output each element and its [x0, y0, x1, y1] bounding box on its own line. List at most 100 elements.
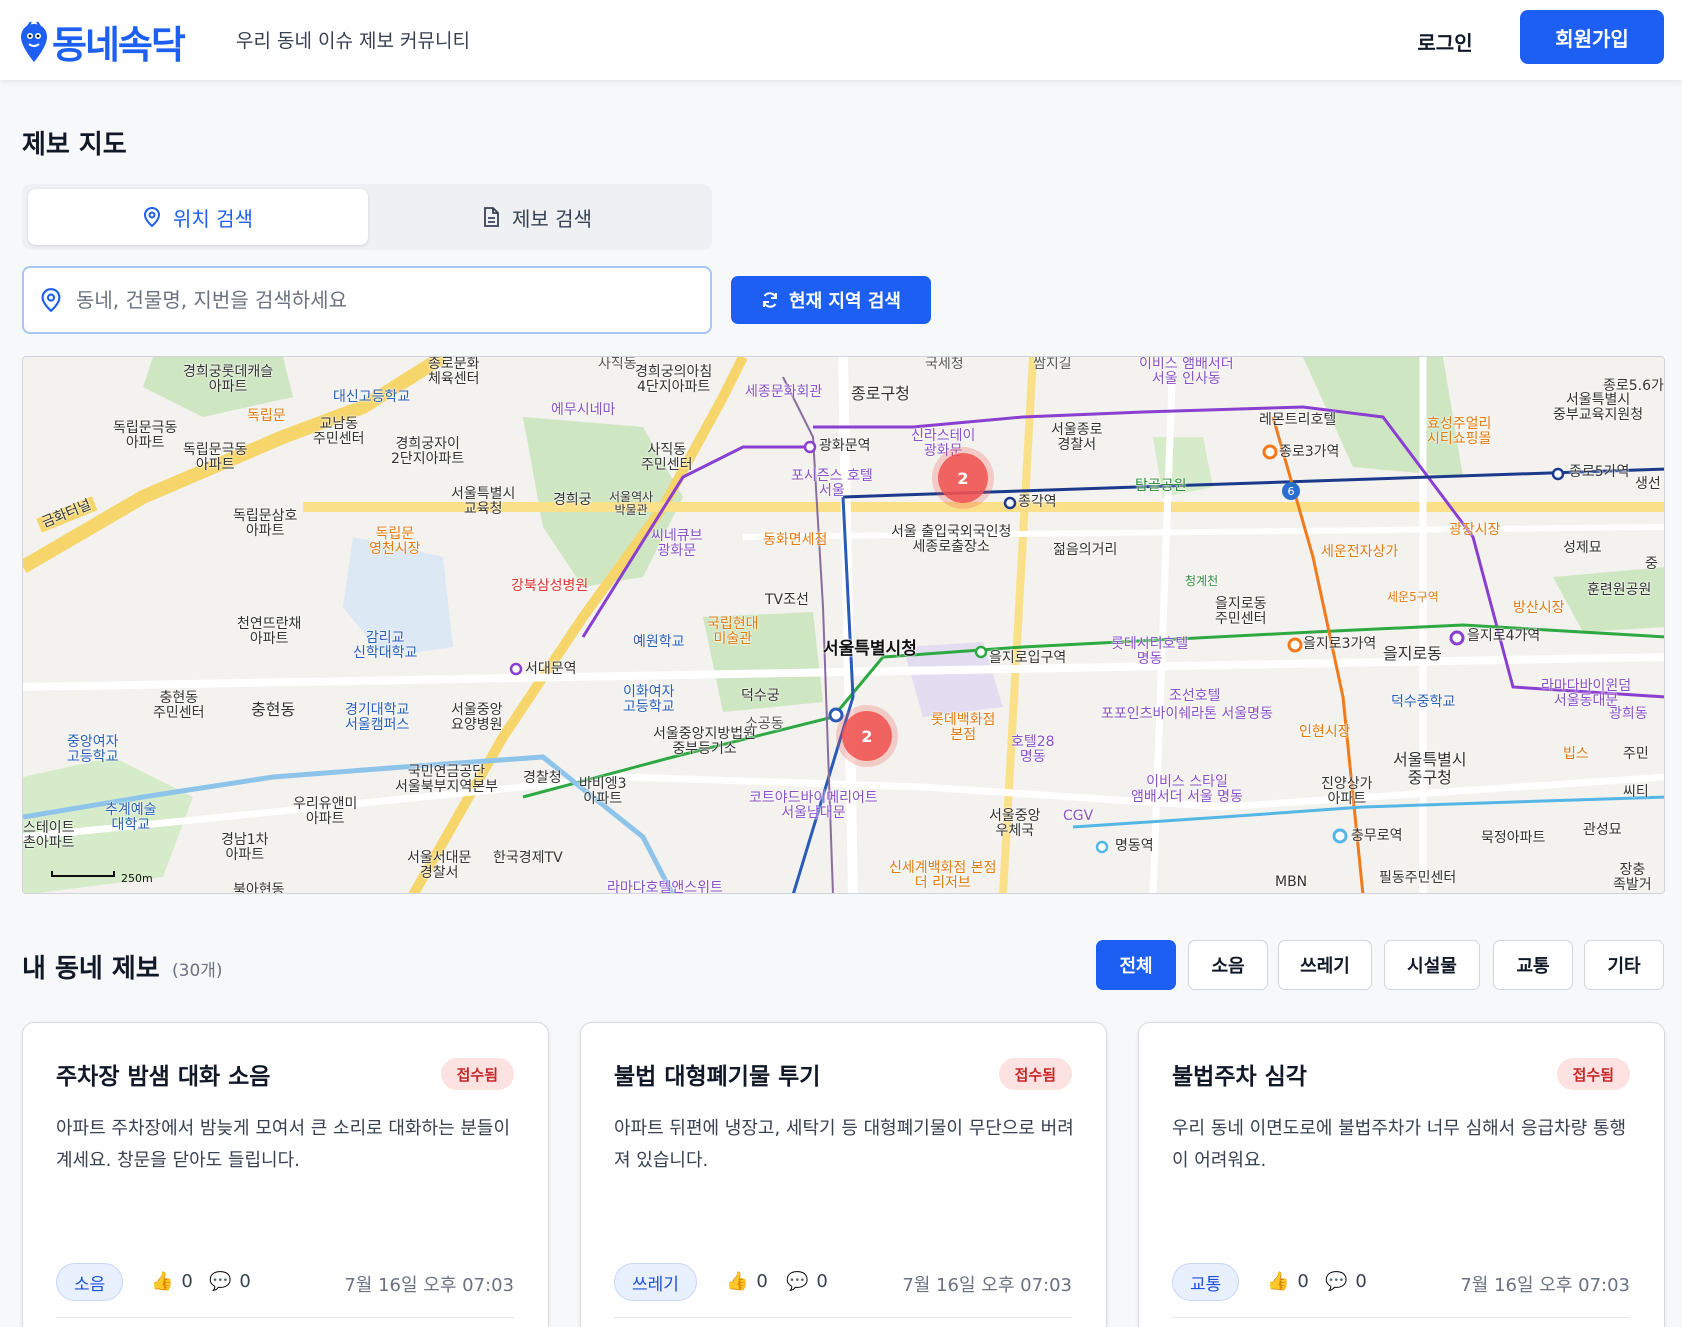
tab-label: 위치 검색 — [173, 206, 253, 231]
map-label: 교남동 주민센터 — [313, 416, 365, 448]
report-title: 주차장 밤샘 대화 소음 — [56, 1064, 271, 1090]
comment-count-value: 0 — [816, 1271, 828, 1292]
map-label: 국민연금공단 서울북부지역본부 — [395, 764, 499, 796]
map-label: MBN — [1275, 874, 1308, 890]
report-cluster-marker[interactable]: 2 — [938, 453, 988, 503]
report-title: 불법주차 심각 — [1172, 1064, 1307, 1090]
filter-facility[interactable]: 시설물 — [1384, 940, 1480, 990]
map-label: 경희궁자이 2단지아파트 — [391, 436, 465, 468]
current-area-search-button[interactable]: 현재 지역 검색 — [731, 276, 931, 324]
filter-noise[interactable]: 소음 — [1188, 940, 1268, 990]
map-label: 서울 출입국외국인청 세종로출장소 — [891, 524, 1012, 556]
location-pin-icon — [144, 207, 161, 227]
report-card[interactable]: 불법 대형폐기물 투기 접수됨 아파트 뒤편에 냉장고, 세탁기 등 대형폐기물… — [580, 1022, 1107, 1327]
document-icon — [484, 207, 499, 227]
map-label: 스테이트 촌아파트 — [23, 820, 75, 852]
map-label: 주민 — [1623, 746, 1649, 762]
map-label: TV조선 — [765, 592, 809, 608]
map-label: 조선호텔 — [1169, 688, 1221, 704]
map-label: 성제묘 — [1563, 540, 1602, 556]
thumbs-up-icon: 👍 — [151, 1271, 174, 1292]
map-label: 서대문역 — [525, 661, 577, 677]
map-label: 천연뜨란채 아파트 — [237, 616, 302, 648]
comment-count[interactable]: 💬 0 — [209, 1271, 251, 1292]
map-label: 국립현대 미술관 — [707, 616, 759, 648]
login-button[interactable]: 로그인 — [1395, 20, 1495, 62]
signup-button[interactable]: 회원가입 — [1520, 10, 1664, 64]
refresh-icon — [763, 292, 778, 308]
map-label: 국세청 — [925, 356, 964, 372]
category-tag: 교통 — [1172, 1263, 1240, 1301]
map-label: 생선 — [1635, 476, 1661, 492]
map-label: 충현동 — [251, 700, 296, 719]
report-description: 아파트 뒤편에 냉장고, 세탁기 등 대형폐기물이 무단으로 버려져 있습니다. — [614, 1118, 1074, 1171]
tab-location-search[interactable]: 위치 검색 — [28, 189, 368, 245]
map-label: 장충 족발거 — [1613, 862, 1652, 894]
map-label: 이비스 앰배서더 서울 인사동 — [1139, 356, 1234, 388]
map-label: 방산시장 — [1513, 600, 1565, 616]
map-label: 북아현동 — [233, 882, 285, 894]
map-label: 서울중앙 요양병원 — [451, 702, 503, 734]
like-count-value: 0 — [181, 1271, 193, 1292]
map-label: 서울특별시 중구청 — [1393, 750, 1467, 787]
logo-text: 동네속닥 — [52, 23, 186, 67]
report-title: 불법 대형폐기물 투기 — [614, 1064, 821, 1090]
map-label: 경희궁롯데캐슬 아파트 — [183, 364, 274, 396]
filter-all[interactable]: 전체 — [1096, 940, 1176, 990]
divider — [614, 1317, 1072, 1318]
map-label: 을지로4가역 — [1467, 628, 1541, 644]
map-label: 코트야드바이메리어트 서울남대문 — [749, 790, 878, 822]
report-map[interactable]: 6 경희궁롯데캐슬 아파트 대신고등학교 종로문화 체육센터 사직동 경희궁의아… — [22, 356, 1665, 894]
like-count[interactable]: 👍 0 — [151, 1271, 193, 1292]
map-label: 이비스 스타일 앰배서더 서울 명동 — [1131, 774, 1243, 806]
comment-count[interactable]: 💬 0 — [1325, 1271, 1367, 1292]
map-scale-label: 250m — [121, 872, 153, 885]
map-label: 호텔28 명동 — [1011, 734, 1055, 766]
logo[interactable]: 동네속닥 — [20, 14, 186, 69]
location-search-input[interactable] — [76, 288, 676, 312]
map-label: 훈련원공원 — [1587, 582, 1652, 598]
map-label: 중 — [1645, 556, 1658, 572]
report-cluster-marker[interactable]: 2 — [842, 711, 892, 761]
map-label: 서울특별시청 — [823, 639, 917, 659]
comment-count-value: 0 — [1355, 1271, 1367, 1292]
map-label: 씨티 — [1623, 784, 1649, 800]
thumbs-up-icon: 👍 — [726, 1271, 749, 1292]
top-header: 동네속닥 우리 동네 이슈 제보 커뮤니티 로그인 회원가입 — [0, 0, 1682, 80]
map-label: 명동역 — [1115, 838, 1154, 854]
svg-text:6: 6 — [1288, 485, 1295, 498]
tab-label: 제보 검색 — [512, 206, 592, 231]
speech-bubble-icon: 💬 — [209, 1271, 232, 1292]
map-label: 포포인츠바이쉐라톤 서울명동 — [1101, 706, 1273, 722]
report-card[interactable]: 불법주차 심각 접수됨 우리 동네 이면도로에 불법주차가 너무 심해서 응급차… — [1138, 1022, 1665, 1327]
map-label: 소공동 — [745, 716, 784, 732]
location-pin-icon — [41, 288, 61, 312]
map-label: 독립문극동 아파트 — [113, 420, 178, 452]
comment-count[interactable]: 💬 0 — [786, 1271, 828, 1292]
search-mode-tabs: 위치 검색 제보 검색 — [22, 184, 712, 250]
filter-other[interactable]: 기타 — [1584, 940, 1664, 990]
tagline: 우리 동네 이슈 제보 커뮤니티 — [236, 30, 470, 52]
map-label: 묵정아파트 — [1481, 830, 1546, 846]
map-label: 감리교 신학대학교 — [353, 630, 418, 662]
location-search-field — [22, 266, 712, 334]
like-count[interactable]: 👍 0 — [1267, 1271, 1309, 1292]
map-label: 관성묘 — [1583, 822, 1622, 838]
report-card[interactable]: 주차장 밤샘 대화 소음 접수됨 아파트 주차장에서 밤늦게 모여서 큰 소리로… — [22, 1022, 549, 1327]
current-area-label: 현재 지역 검색 — [789, 291, 901, 312]
like-count-value: 0 — [756, 1271, 768, 1292]
map-label: 사직동 — [598, 356, 637, 372]
reports-section-title: 내 동네 제보 — [22, 954, 160, 984]
filter-traffic[interactable]: 교통 — [1493, 940, 1573, 990]
map-label: 롯데시티호텔 명동 — [1111, 636, 1189, 668]
map-label: 젊음의거리 — [1053, 542, 1118, 558]
like-count[interactable]: 👍 0 — [726, 1271, 768, 1292]
filter-trash[interactable]: 쓰레기 — [1278, 940, 1372, 990]
logo-pin-icon — [21, 20, 47, 62]
map-label: 레몬트리호텔 — [1259, 412, 1337, 428]
map-label: 진양상가 아파트 — [1321, 776, 1373, 808]
map-label: 충현동 주민센터 — [153, 690, 205, 722]
map-label: 신세계백화점 본점 더 리저브 — [889, 860, 997, 892]
tab-report-search[interactable]: 제보 검색 — [367, 189, 707, 245]
map-label: 한국경제TV — [493, 850, 563, 866]
